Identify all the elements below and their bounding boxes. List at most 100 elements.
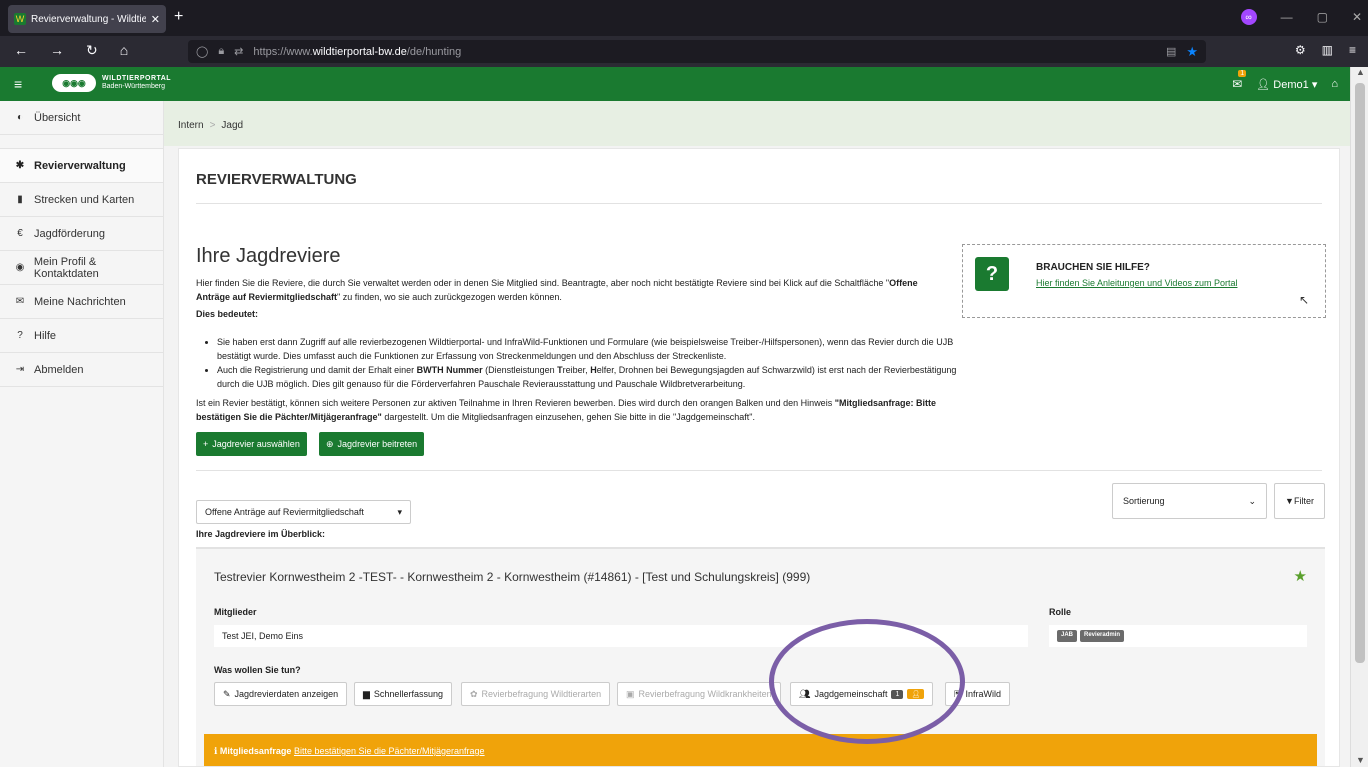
close-window-icon[interactable]: ✕ xyxy=(1352,10,1362,24)
chart-icon: ▆ xyxy=(363,688,370,699)
scroll-thumb[interactable] xyxy=(1355,83,1365,663)
menu-icon[interactable]: ≡ xyxy=(1349,43,1356,57)
join-revier-button[interactable]: ⊕ Jagdrevier beitreten xyxy=(319,432,425,456)
role-label: Rolle xyxy=(1049,607,1072,617)
map-icon: ▮ xyxy=(17,194,23,205)
infrawild-button[interactable]: ⇱ InfraWild xyxy=(945,682,1011,706)
minimize-icon[interactable]: — xyxy=(1281,10,1293,24)
library-icon[interactable]: ▥ xyxy=(1322,43,1333,57)
lock-icon: 🔒︎ xyxy=(218,45,225,57)
survey-species-button[interactable]: ✿ Revierbefragung Wildtierarten xyxy=(461,682,611,706)
breadcrumb-jagd: Jagd xyxy=(221,120,244,131)
main-panel: REVIERVERWALTUNG Ihre Jagdreviere Hier f… xyxy=(178,148,1340,767)
survey-disease-button[interactable]: ▣ Revierbefragung Wildkrankheiten xyxy=(617,682,781,706)
messages-icon[interactable]: ✉ 1 xyxy=(1232,70,1247,91)
restore-icon[interactable]: ▢ xyxy=(1317,10,1328,24)
pending-requests-dropdown[interactable]: Offene Anträge auf Reviermitgliedschaft ▾ xyxy=(196,500,411,524)
logout-icon: ⇥ xyxy=(15,364,25,375)
revier-card: Testrevier Kornwestheim 2 -TEST- - Kornw… xyxy=(196,547,1325,766)
url-text: https://www.wildtierportal-bw.de/de/hunt… xyxy=(253,45,462,58)
sidebar-item-hilfe[interactable]: ? Hilfe xyxy=(0,319,163,353)
overview-label: Ihre Jagdreviere im Überblick: xyxy=(196,529,326,539)
window-controls: ∞ — ▢ ✕ xyxy=(1240,9,1362,25)
extension-icon[interactable]: ⚙ xyxy=(1295,43,1306,57)
new-tab-button[interactable]: + xyxy=(174,8,183,26)
reload-icon[interactable]: ↻ xyxy=(86,42,98,59)
role-badge: JAB xyxy=(1057,630,1078,642)
actions-label: Was wollen Sie tun? xyxy=(214,665,301,675)
private-mask-icon: ∞ xyxy=(1240,9,1257,25)
scroll-down-icon[interactable]: ▼ xyxy=(1356,755,1365,765)
role-badge: Revieradmin xyxy=(1080,630,1125,642)
section-heading: Ihre Jagdreviere xyxy=(196,245,341,267)
new-member-icon: 👤︎ xyxy=(907,689,925,699)
chevron-down-icon: ⌄ xyxy=(1248,495,1256,506)
sidebar-item-strecken[interactable]: ▮ Strecken und Karten xyxy=(0,183,163,217)
message-count-badge: 1 xyxy=(1238,70,1247,77)
site-favicon-icon: W xyxy=(14,13,26,25)
plus-circle-icon: ⊕ xyxy=(326,438,334,449)
help-link[interactable]: Hier finden Sie Anleitungen und Videos z… xyxy=(1036,278,1237,288)
scroll-up-icon[interactable]: ▲ xyxy=(1356,67,1365,77)
membership-info: Ist ein Revier bestätigt, können sich we… xyxy=(196,398,936,422)
user-icon: ◉ xyxy=(15,262,25,273)
list-item: Sie haben erst dann Zugriff auf alle rev… xyxy=(217,335,957,363)
revier-title: Testrevier Kornwestheim 2 -TEST- - Kornw… xyxy=(214,570,811,584)
euro-icon: € xyxy=(17,228,23,239)
browser-tabbar: W Revierverwaltung - Wildtierport ✕ + ∞ … xyxy=(0,0,1368,36)
filter-icon: ▼ xyxy=(1285,496,1294,506)
favorite-star-icon[interactable]: ★ xyxy=(1294,567,1307,585)
pencil-icon: ✎ xyxy=(223,688,231,699)
home-icon[interactable]: ⌂ xyxy=(120,42,128,59)
url-bar[interactable]: ◯ 🔒︎ ⇄ https://www.wildtierportal-bw.de/… xyxy=(188,40,1206,63)
back-icon[interactable]: ← xyxy=(14,42,28,59)
hamburger-icon[interactable]: ≡ xyxy=(14,76,22,92)
filter-button[interactable]: ▼ Filter xyxy=(1274,483,1325,519)
quick-entry-button[interactable]: ▆ Schnellerfassung xyxy=(354,682,452,706)
app-header: ≡ ◉◉◉ WILDTIERPORTAL Baden-Württemberg ✉… xyxy=(0,67,1350,101)
community-count-badge: 1 xyxy=(891,689,904,699)
browser-tab[interactable]: W Revierverwaltung - Wildtierport ✕ xyxy=(8,5,166,33)
info-list: Sie haben erst dann Zugriff auf alle rev… xyxy=(217,335,957,391)
sidebar-item-revierverwaltung[interactable]: ✱ Revierverwaltung xyxy=(0,149,163,183)
page-title: REVIERVERWALTUNG xyxy=(196,171,357,188)
sidebar-item-abmelden[interactable]: ⇥ Abmelden xyxy=(0,353,163,387)
close-tab-icon[interactable]: ✕ xyxy=(151,13,160,26)
caret-down-icon: ▾ xyxy=(397,507,402,517)
view-revier-button[interactable]: ✎ Jagdrevierdaten anzeigen xyxy=(214,682,348,706)
membership-alert: ℹ Mitgliedsanfrage Bitte bestätigen Sie … xyxy=(204,734,1317,766)
help-box: ? BRAUCHEN SIE HILFE? Hier finden Sie An… xyxy=(962,244,1326,318)
members-value: Test JEI, Demo Eins xyxy=(214,625,1028,647)
list-item: Auch die Registrierung und damit der Erh… xyxy=(217,363,957,391)
select-revier-button[interactable]: + Jagdrevier auswählen xyxy=(196,432,307,456)
breadcrumb: Intern > Jagd xyxy=(164,101,1350,146)
help-icon: ? xyxy=(17,330,23,341)
permissions-icon: ⇄ xyxy=(234,46,244,58)
dashboard-icon: ◐ xyxy=(16,112,24,123)
sort-select[interactable]: Sortierung ⌄ xyxy=(1112,483,1267,519)
briefcase-icon: ▣ xyxy=(626,688,635,699)
sidebar-item-uebersicht[interactable]: ◐ Übersicht xyxy=(0,101,163,135)
page-scrollbar[interactable]: ▲ ▼ xyxy=(1350,67,1368,767)
role-badges: JAB Revieradmin xyxy=(1049,625,1307,647)
sidebar-item-profil[interactable]: ◉ Mein Profil & Kontaktdaten xyxy=(0,251,163,285)
logo[interactable]: ◉◉◉ WILDTIERPORTAL Baden-Württemberg xyxy=(52,74,171,92)
sidebar-item-nachrichten[interactable]: ✉ Meine Nachrichten xyxy=(0,285,163,319)
breadcrumb-intern[interactable]: Intern xyxy=(178,120,204,131)
intro-text: Hier finden Sie die Reviere, die durch S… xyxy=(196,278,918,319)
confirm-request-link[interactable]: Bitte bestätigen Sie die Pächter/Mitjäge… xyxy=(294,746,485,756)
tab-title: Revierverwaltung - Wildtierport xyxy=(31,13,146,25)
gear-icon: ✱ xyxy=(15,160,25,171)
reader-view-icon[interactable]: ▤ xyxy=(1166,45,1176,58)
bookmark-star-icon[interactable]: ★ xyxy=(1186,44,1198,60)
mail-icon: ✉ xyxy=(15,296,25,307)
meaning-label: Dies bedeutet: xyxy=(196,309,259,319)
user-menu[interactable]: 👤︎ Demo1 ▾ xyxy=(1256,78,1317,91)
forward-icon[interactable]: → xyxy=(50,42,64,59)
home-link-icon[interactable]: ⌂ xyxy=(1331,78,1338,90)
members-label: Mitglieder xyxy=(214,607,257,617)
sidebar-item-jagdfoerderung[interactable]: € Jagdförderung xyxy=(0,217,163,251)
paw-icon: ✿ xyxy=(470,688,478,699)
logo-icon: ◉◉◉ xyxy=(52,74,96,92)
community-button[interactable]: 👥︎ Jagdgemeinschaft 1 👤︎ xyxy=(790,682,934,706)
